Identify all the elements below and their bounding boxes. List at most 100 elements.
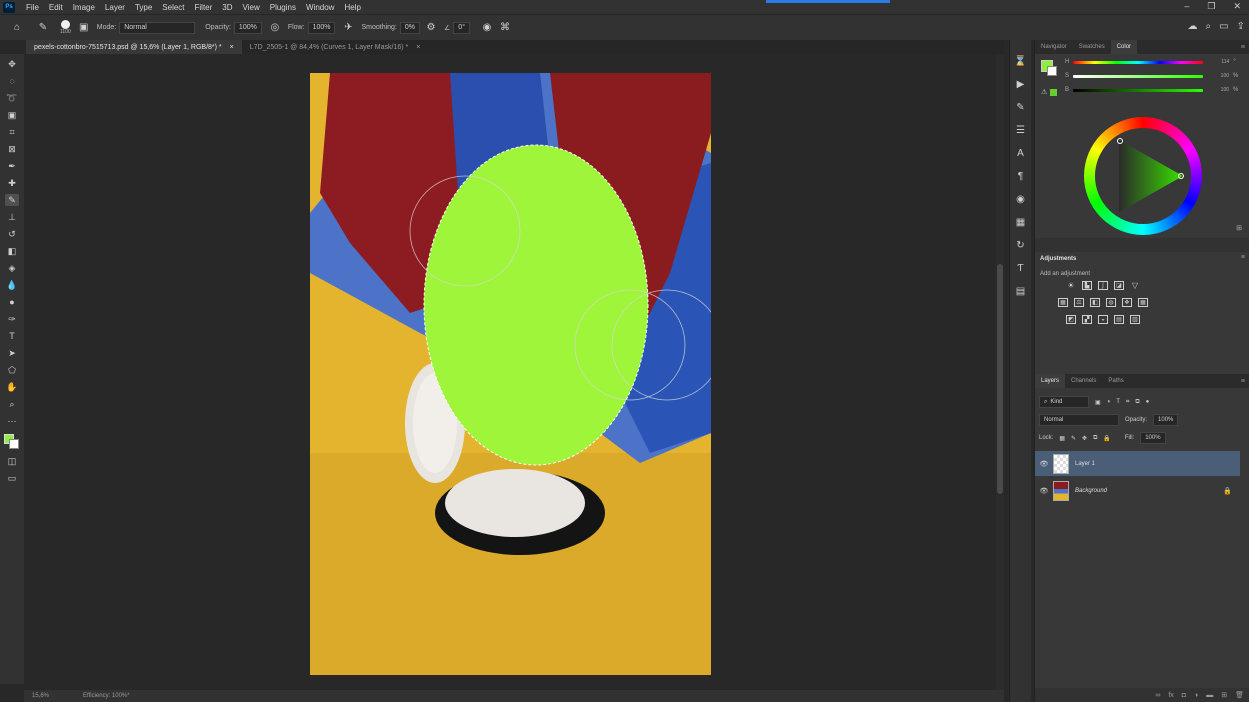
dodge-tool-icon[interactable]: ●	[5, 296, 19, 308]
history-icon[interactable]: ⌛	[1014, 54, 1028, 68]
visibility-eye-icon[interactable]: 👁	[1035, 460, 1053, 468]
crop-tool-icon[interactable]: ⌗	[5, 126, 19, 138]
layer-kind-select[interactable]: ⌕ Kind	[1039, 396, 1089, 408]
smoothing-options-gear-icon[interactable]: ⚙	[424, 21, 438, 35]
libraries-icon[interactable]: ▤	[1014, 284, 1028, 298]
properties-icon[interactable]: ☰	[1014, 123, 1028, 137]
tab-l7d-2505[interactable]: L7D_2505-1 @ 84,4% (Curves 1, Layer Mask…	[242, 40, 429, 54]
threshold-icon[interactable]: ◒	[1098, 315, 1108, 324]
invert-icon[interactable]: ◩	[1066, 315, 1076, 324]
menu-file[interactable]: File	[21, 3, 44, 12]
lock-position-icon[interactable]: ✥	[1082, 435, 1087, 442]
hue-slider[interactable]	[1073, 60, 1204, 64]
background-color-swatch[interactable]	[9, 439, 19, 449]
eraser-tool-icon[interactable]: ◧	[5, 245, 19, 257]
filter-type-icon[interactable]: T	[1116, 399, 1120, 405]
plugin-icon[interactable]: ▦	[1014, 215, 1028, 229]
blur-tool-icon[interactable]: 💧	[5, 279, 19, 291]
document-canvas[interactable]	[310, 73, 711, 675]
black-white-icon[interactable]: ◧	[1090, 298, 1100, 307]
panel-menu-icon[interactable]: ≡	[1241, 44, 1245, 51]
color-swatches[interactable]	[4, 434, 20, 450]
expand-icon[interactable]: ⊞	[1236, 224, 1242, 232]
smoothing-field[interactable]: 0%	[399, 21, 421, 34]
restore-button[interactable]: ❐	[1207, 1, 1215, 12]
color-lookup-icon[interactable]: ▦	[1138, 298, 1148, 307]
brightness-slider[interactable]	[1073, 88, 1204, 92]
filter-shape-icon[interactable]: ⌗	[1126, 399, 1129, 406]
tab-pexels-cottonbro[interactable]: pexels-cottonbro-7515713.psd @ 15,6% (La…	[26, 40, 242, 54]
menu-filter[interactable]: Filter	[190, 3, 218, 12]
object-select-tool-icon[interactable]: ▣	[5, 109, 19, 121]
eyedropper-tool-icon[interactable]: ✒	[5, 160, 19, 172]
filter-toggle-icon[interactable]: ●	[1146, 399, 1150, 405]
minimize-button[interactable]: –	[1184, 1, 1189, 12]
posterize-icon[interactable]: ▞	[1082, 315, 1092, 324]
brush-preset-picker[interactable]: 1100	[60, 20, 71, 35]
layer-style-icon[interactable]: fx	[1168, 692, 1173, 699]
bg-color-chip[interactable]	[1047, 66, 1057, 76]
blend-mode-select[interactable]: Normal	[1039, 414, 1119, 426]
photo-filter-icon[interactable]: ◍	[1106, 298, 1116, 307]
hand-tool-icon[interactable]: ✋	[5, 381, 19, 393]
filter-smart-object-icon[interactable]: ⧉	[1135, 399, 1139, 406]
tab-channels[interactable]: Channels	[1065, 374, 1102, 388]
healing-brush-tool-icon[interactable]: ✚	[5, 177, 19, 189]
brightness-contrast-icon[interactable]: ☀	[1066, 281, 1076, 290]
menu-image[interactable]: Image	[68, 3, 100, 12]
menu-layer[interactable]: Layer	[100, 3, 130, 12]
menu-plugins[interactable]: Plugins	[265, 3, 301, 12]
exposure-icon[interactable]: ◪	[1114, 281, 1124, 290]
color-balance-icon[interactable]: ⚖	[1074, 298, 1084, 307]
search-icon[interactable]: ⌕	[1206, 21, 1212, 32]
add-mask-icon[interactable]: ◘	[1182, 692, 1186, 699]
actions-play-icon[interactable]: ▶	[1014, 77, 1028, 91]
paint-bucket-tool-icon[interactable]: ◈	[5, 262, 19, 274]
brush-settings-icon[interactable]: ▣	[77, 21, 91, 35]
clone-stamp-tool-icon[interactable]: ⊥	[5, 211, 19, 223]
new-adjustment-icon[interactable]: ◑	[1194, 692, 1198, 699]
flow-field[interactable]: 100%	[307, 21, 336, 34]
layer-opacity-field[interactable]: 100%	[1153, 414, 1179, 426]
layers-menu-icon[interactable]: ≡	[1241, 378, 1245, 385]
saturation-slider[interactable]	[1073, 74, 1204, 78]
menu-edit[interactable]: Edit	[44, 3, 68, 12]
menu-3d[interactable]: 3D	[217, 3, 237, 12]
type-tool-icon[interactable]: T	[5, 330, 19, 342]
move-tool-icon[interactable]: ✥	[5, 58, 19, 70]
lock-all-icon[interactable]: 🔒	[1103, 435, 1110, 442]
layer-name[interactable]: Background	[1075, 488, 1107, 494]
saturation-value[interactable]: 100	[1207, 73, 1229, 79]
marquee-tool-icon[interactable]: ◌	[5, 75, 19, 87]
layer-name[interactable]: Layer 1	[1075, 461, 1095, 467]
airbrush-icon[interactable]: ✈	[341, 21, 355, 35]
adjustments-menu-icon[interactable]: ≡	[1241, 254, 1245, 261]
pressure-opacity-icon[interactable]: ◎	[268, 21, 282, 35]
tab-layers[interactable]: Layers	[1035, 374, 1066, 388]
menu-help[interactable]: Help	[339, 3, 365, 12]
screen-mode-icon[interactable]: ▭	[5, 472, 19, 484]
tab-close-icon[interactable]: ×	[416, 44, 420, 51]
history-brush-tool-icon[interactable]: ↺	[5, 228, 19, 240]
menu-select[interactable]: Select	[157, 3, 189, 12]
pen-tool-icon[interactable]: ✑	[5, 313, 19, 325]
paragraph-icon[interactable]: ¶	[1014, 169, 1028, 183]
vertical-scrollbar[interactable]	[996, 54, 1004, 690]
tk-plugin-icon[interactable]: Ƭ	[1014, 261, 1028, 275]
hue-saturation-icon[interactable]: ▦	[1058, 298, 1068, 307]
lock-transparent-icon[interactable]: ▦	[1059, 435, 1065, 442]
angle-field[interactable]: 0°	[453, 21, 470, 34]
menu-window[interactable]: Window	[301, 3, 339, 12]
workspace-icon[interactable]: ▭	[1219, 21, 1228, 32]
layer-fill-field[interactable]: 100%	[1140, 432, 1166, 444]
vibrance-icon[interactable]: ▽	[1130, 281, 1140, 290]
tab-close-icon[interactable]: ×	[230, 44, 234, 51]
lock-image-icon[interactable]: ✎	[1071, 435, 1076, 442]
selective-color-icon[interactable]: ▤	[1114, 315, 1124, 324]
shape-tool-icon[interactable]: ⬠	[5, 364, 19, 376]
color-triangle[interactable]	[1095, 128, 1191, 224]
brush-tool-icon[interactable]: ✎	[36, 21, 50, 35]
link-layers-icon[interactable]: ∞	[1155, 692, 1160, 699]
brush-settings-icon[interactable]: ✎	[1014, 100, 1028, 114]
gradient-map-icon[interactable]: ▥	[1130, 315, 1140, 324]
